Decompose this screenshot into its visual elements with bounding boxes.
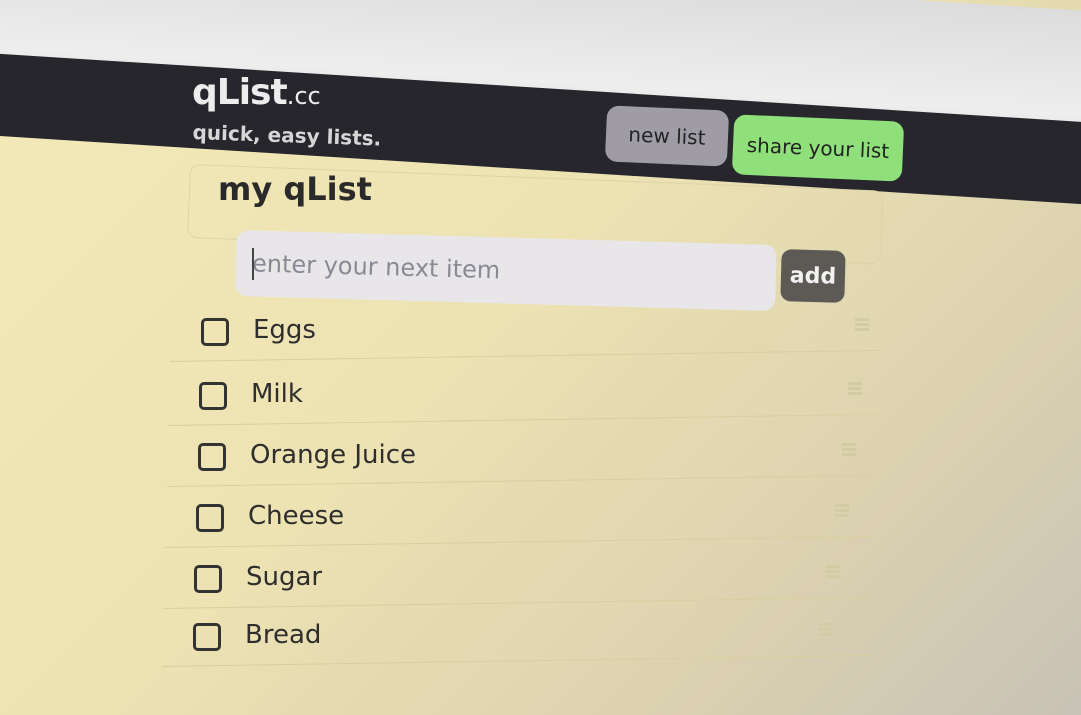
item-label: Orange Juice <box>250 440 416 470</box>
item-label: Bread <box>245 620 322 650</box>
list-item: Milk <box>168 370 883 428</box>
item-checkbox[interactable] <box>194 565 222 593</box>
item-checkbox[interactable] <box>198 443 226 471</box>
drag-handle-icon[interactable] <box>826 563 840 579</box>
list-item: Sugar <box>163 553 878 611</box>
drag-handle-icon[interactable] <box>848 380 862 396</box>
add-button[interactable]: add <box>780 249 846 303</box>
row-divider <box>170 349 880 362</box>
item-checkbox[interactable] <box>201 318 229 346</box>
item-label: Cheese <box>248 501 345 531</box>
row-divider <box>167 474 877 487</box>
row-divider <box>168 413 878 426</box>
item-checkbox[interactable] <box>199 382 227 410</box>
drag-handle-icon[interactable] <box>842 441 856 457</box>
text-caret <box>252 248 254 280</box>
item-checkbox[interactable] <box>193 623 221 651</box>
list-item: Eggs <box>170 306 885 364</box>
drag-handle-icon[interactable] <box>855 316 869 332</box>
list-item: Bread <box>162 611 877 669</box>
share-list-button[interactable]: share your list <box>731 114 905 182</box>
item-label: Milk <box>251 379 303 409</box>
row-divider <box>165 535 875 548</box>
row-divider <box>162 654 872 667</box>
item-label: Eggs <box>253 315 316 345</box>
app-scene: qList.cc quick, easy lists. new list sha… <box>0 0 1081 715</box>
list-item: Cheese <box>165 492 880 550</box>
new-item-input[interactable] <box>235 230 777 312</box>
tagline: quick, easy lists. <box>192 120 382 151</box>
new-list-button[interactable]: new list <box>604 105 730 167</box>
item-checkbox[interactable] <box>196 504 224 532</box>
list-item: Orange Juice <box>167 431 882 489</box>
logo-tld: .cc <box>286 82 321 110</box>
list-title[interactable]: my qList <box>218 170 372 208</box>
logo[interactable]: qList.cc <box>192 72 321 113</box>
drag-handle-icon[interactable] <box>835 502 849 518</box>
row-divider <box>163 596 873 609</box>
logo-main: qList <box>192 72 288 113</box>
item-label: Sugar <box>246 562 323 592</box>
drag-handle-icon[interactable] <box>819 621 833 637</box>
